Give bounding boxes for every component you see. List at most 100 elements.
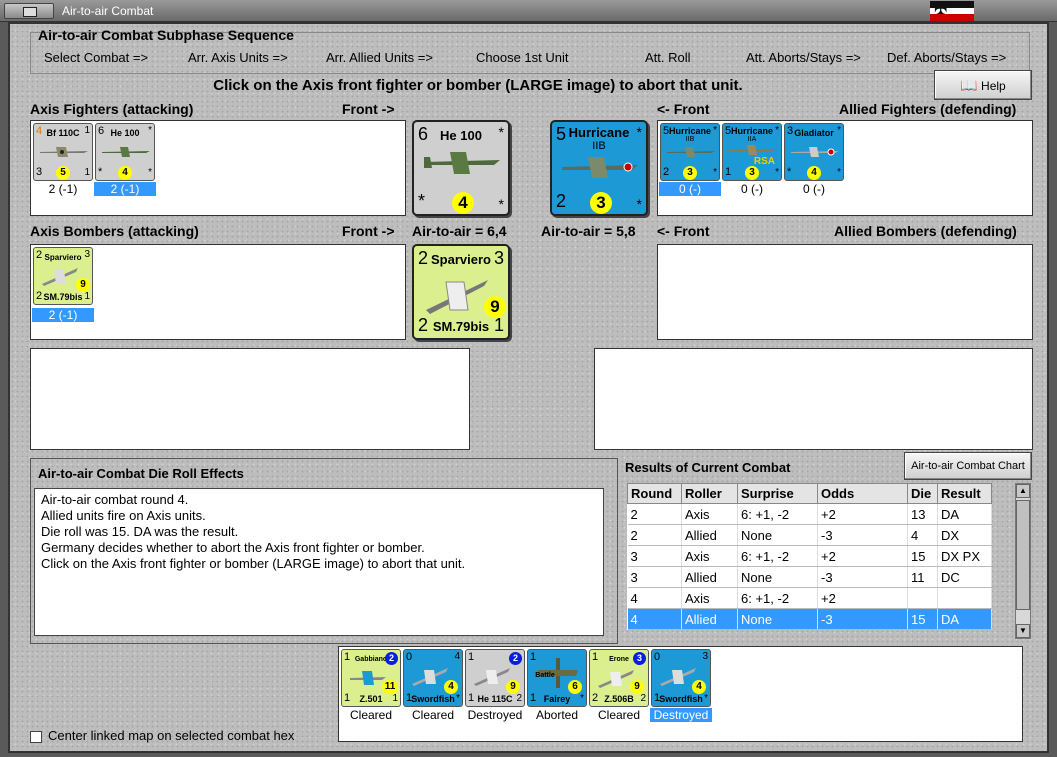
center-map-checkbox[interactable] [30, 731, 42, 743]
counter-bottom-right: * [148, 167, 152, 178]
air-to-air-combat-chart-button[interactable]: Air-to-air Combat Chart [904, 452, 1032, 480]
front-left-label-2: <- Front [657, 223, 710, 239]
table-row-selected[interactable]: 4 Allied None -3 15 DA [627, 608, 992, 630]
cell-round: 3 [627, 566, 682, 588]
cell-odds: -3 [817, 524, 908, 546]
scroll-down-icon[interactable]: ▼ [1016, 624, 1030, 638]
center-map-label: Center linked map on selected combat hex [48, 728, 295, 743]
counter-bottom-right: * [704, 693, 708, 704]
axis-bomber-sm79bis-counter[interactable]: 2 Sparviero 3 9 2 SM.79bis 1 [33, 247, 93, 305]
table-row[interactable]: 2 Allied None -3 4 DX [627, 524, 992, 546]
counter-bottom-left: 3 [36, 166, 43, 178]
cell-roller: Allied [681, 566, 738, 588]
axis-fighter-caption: 2 (-1) [48, 182, 78, 196]
counter-rating-circle: 3 [745, 166, 759, 180]
col-round[interactable]: Round [627, 483, 682, 504]
unit-swordfish-2-counter[interactable]: 0 3 4 1 Swordfish * [651, 649, 711, 707]
die-roll-line: Germany decides whether to abort the Axi… [41, 540, 425, 555]
results-header-row: Round Roller Surprise Odds Die Result [627, 483, 992, 504]
counter-bottom-name: Z.501 [359, 694, 383, 704]
counter-rating-circle: 4 [452, 192, 474, 214]
cell-roller: Allied [681, 524, 738, 546]
cell-surprise: None [737, 608, 818, 630]
counter-rating-circle: 3 [683, 166, 697, 180]
axis-fighter-caption: 2 (-1) [94, 182, 156, 196]
plane-silhouette-icon [102, 147, 150, 157]
col-die[interactable]: Die [907, 483, 938, 504]
allied-fighter-gladiator-counter[interactable]: 3 Gladiator * * 4 * [784, 123, 844, 181]
counter-bottom-name: He 115C [477, 694, 513, 704]
allied-bombers-list[interactable] [657, 244, 1033, 340]
unit-erone-z506b-counter[interactable]: 1 Erone 3 9 2 Z.506B 2 [589, 649, 649, 707]
cell-roller: Axis [681, 545, 738, 567]
counter-rating-circle: 9 [506, 680, 520, 694]
cell-die: 15 [907, 545, 938, 567]
counter-name: Battle [535, 672, 555, 679]
help-label: Help [981, 79, 1006, 93]
axis-fighters-list[interactable]: 4 Bf 110C 1 3 5 1 2 (-1) 6 He 100 * * 4 … [30, 120, 406, 216]
window-titlebar: Air-to-air Combat [0, 0, 1057, 22]
col-result[interactable]: Result [937, 483, 992, 504]
front-axis-bomber-counter[interactable]: 2 Sparviero 3 9 2 SM.79bis 1 [412, 244, 510, 340]
col-odds[interactable]: Odds [817, 483, 908, 504]
table-row[interactable]: 3 Allied None -3 11 DC [627, 566, 992, 588]
axis-bombers-list[interactable]: 2 Sparviero 3 9 2 SM.79bis 1 2 (-1) [30, 244, 406, 340]
system-menu-button[interactable] [4, 3, 54, 19]
phase-step-arr-axis: Arr. Axis Units => [188, 50, 288, 65]
table-row[interactable]: 3 Axis 6: +1, -2 +2 15 DX PX [627, 545, 992, 567]
scroll-thumb[interactable] [1016, 500, 1030, 610]
axis-fighter-he100-counter[interactable]: 6 He 100 * * 4 * [95, 123, 155, 181]
unit-swordfish-1-counter[interactable]: 0 4 4 1 Swordfish * [403, 649, 463, 707]
phase-step-def-aborts: Def. Aborts/Stays => [887, 50, 1007, 65]
cell-die: 15 [907, 608, 938, 630]
table-row[interactable]: 4 Axis 6: +1, -2 +2 [627, 587, 992, 609]
counter-badge: 3 [702, 651, 708, 662]
counter-name: Hurricane [730, 126, 774, 136]
allied-fighter-hurricane-iib-counter[interactable]: 5 Hurricane IIB * 2 3 * [660, 123, 720, 181]
unit-gabbiano-z501-counter[interactable]: 1 Gabbiano 2 11 1 Z.501 1 [341, 649, 401, 707]
counter-bottom-right: * [456, 693, 460, 704]
allied-fighter-hurricane-iia-counter[interactable]: 5 Hurricane IIA * RSA 1 3 * [722, 123, 782, 181]
sparviero-plane-icon [426, 280, 488, 314]
results-table: Round Roller Surprise Odds Die Result 2 … [627, 483, 992, 630]
counter-rating-circle: 4 [444, 680, 458, 694]
unit-fairey-battle-counter[interactable]: 1 Battle 6 1 Fairey * [527, 649, 587, 707]
cell-roller: Axis [681, 503, 738, 525]
die-roll-effects-title: Air-to-air Combat Die Roll Effects [38, 466, 244, 481]
front-axis-fighter-counter[interactable]: 6 He 100 * * 4 * [412, 120, 510, 216]
phase-step-att-aborts: Att. Aborts/Stays => [746, 50, 861, 65]
unit-status-caption: Destroyed [467, 708, 523, 722]
cell-surprise: 6: +1, -2 [737, 587, 818, 609]
axis-reserve-panel[interactable] [30, 348, 470, 450]
col-surprise[interactable]: Surprise [737, 483, 818, 504]
counter-badge: 2 [385, 652, 398, 665]
axis-fighter-bf110c-counter[interactable]: 4 Bf 110C 1 3 5 1 [33, 123, 93, 181]
counter-bottom-right: 2 [516, 693, 522, 704]
unit-status-caption: Cleared [411, 708, 455, 722]
germany-flag-icon [930, 0, 974, 22]
results-scrollbar[interactable]: ▲ ▼ [1015, 483, 1031, 639]
counter-bottom-left: 1 [725, 166, 732, 178]
allied-fighters-label: Allied Fighters (defending) [839, 101, 1017, 117]
allied-reserve-panel[interactable] [594, 348, 1033, 450]
combat-units-summary-panel[interactable]: 1 Gabbiano 2 11 1 Z.501 1 Cleared 0 4 4 … [338, 646, 1023, 742]
cell-odds: -3 [817, 608, 908, 630]
counter-rating-circle: 5 [56, 166, 70, 180]
hurricane-plane-icon [562, 157, 638, 178]
counter-subname: IIB [592, 140, 606, 152]
front-allied-fighter-counter[interactable]: 5 Hurricane IIB * 2 3 * [550, 120, 648, 216]
die-roll-effects-text: Air-to-air combat round 4. Allied units … [34, 488, 604, 636]
allied-fighter-caption: 0 (-) [741, 182, 763, 196]
counter-rating-circle: 4 [807, 166, 821, 180]
counter-name: Hurricane [668, 126, 712, 136]
counter-rating-circle: 4 [118, 166, 132, 180]
he100-plane-icon [424, 152, 500, 174]
cell-die [907, 587, 938, 609]
table-row[interactable]: 2 Axis 6: +1, -2 +2 13 DA [627, 503, 992, 525]
plane-silhouette-icon [791, 147, 839, 157]
allied-fighters-list[interactable]: 5 Hurricane IIB * 2 3 * 0 (-) 5 Hurrican… [657, 120, 1033, 216]
help-button[interactable]: 📖 Help [934, 70, 1032, 100]
col-roller[interactable]: Roller [681, 483, 738, 504]
counter-top-right: 1 [84, 125, 90, 136]
scroll-up-icon[interactable]: ▲ [1016, 484, 1030, 498]
